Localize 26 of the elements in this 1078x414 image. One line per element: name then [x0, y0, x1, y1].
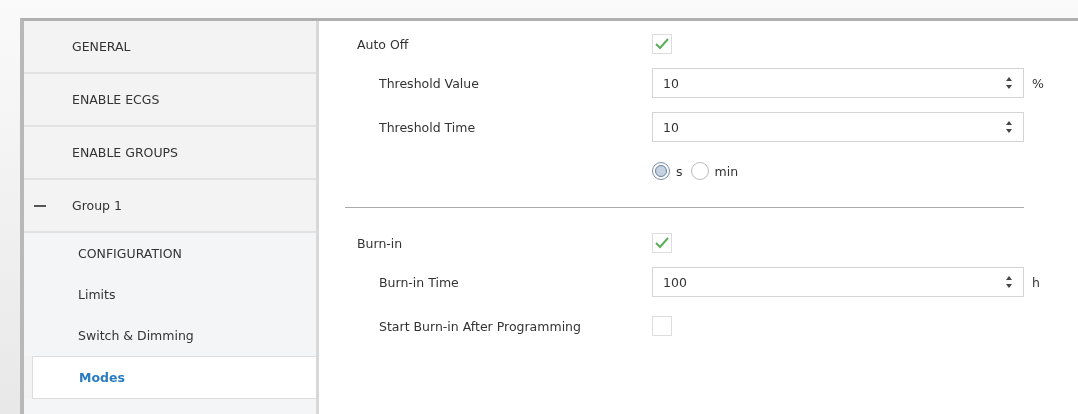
- spinner-arrows-icon[interactable]: [1005, 76, 1013, 90]
- field-label: Auto Off: [356, 36, 410, 52]
- unit-label: %: [1032, 75, 1044, 91]
- checkbox[interactable]: [652, 233, 672, 253]
- sidebar-item[interactable]: Limits: [24, 274, 316, 315]
- sidebar-item[interactable]: GENERAL: [24, 21, 316, 74]
- checkbox[interactable]: [652, 34, 672, 54]
- checkbox[interactable]: [652, 316, 672, 336]
- radio-label[interactable]: s: [676, 163, 683, 179]
- unit-label: h: [1032, 274, 1040, 290]
- sidebar-item[interactable]: ENABLE GROUPS: [24, 127, 316, 180]
- sidebar-item[interactable]: CONFIGURATION: [24, 233, 316, 274]
- number-field[interactable]: 10: [652, 112, 1024, 142]
- number-field[interactable]: 100: [652, 267, 1024, 297]
- sidebar-item[interactable]: Switch & Dimming: [24, 315, 316, 356]
- field-label: Burn-in: [356, 235, 404, 251]
- field-label: Start Burn-in After Programming: [378, 318, 582, 334]
- spinner-arrows-icon[interactable]: [1005, 275, 1013, 289]
- spinner-arrows-icon[interactable]: [1005, 120, 1013, 134]
- field-label: Threshold Time: [378, 119, 477, 135]
- radio-label[interactable]: min: [714, 163, 739, 179]
- sidebar-item[interactable]: ENABLE ECGS: [24, 74, 316, 127]
- sidebar-item[interactable]: Modes: [32, 356, 316, 399]
- field-label: Threshold Value: [378, 75, 480, 91]
- number-field[interactable]: 10: [652, 68, 1024, 98]
- field-label: Burn-in Time: [378, 274, 460, 290]
